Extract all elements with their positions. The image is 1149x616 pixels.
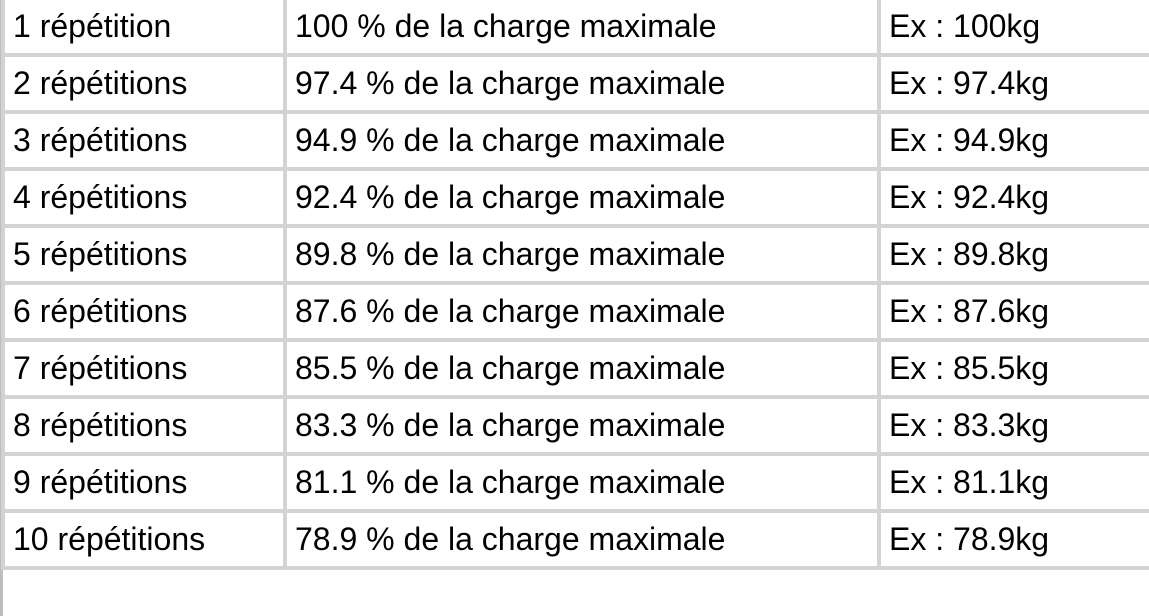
example-cell: Ex : 100kg [877,0,1149,57]
example-cell: Ex : 87.6kg [877,281,1149,342]
reps-cell: 8 répétitions [1,395,287,456]
percent-cell: 83.3 % de la charge maximale [283,395,881,456]
percent-cell: 87.6 % de la charge maximale [283,281,881,342]
reps-cell: 4 répétitions [1,167,287,228]
table-row: 7 répétitions 85.5 % de la charge maxima… [1,338,1149,399]
table-row: 9 répétitions 81.1 % de la charge maxima… [1,452,1149,513]
reps-cell: 2 répétitions [1,53,287,114]
reps-cell: 1 répétition [1,0,287,57]
percent-cell: 89.8 % de la charge maximale [283,224,881,285]
example-cell: Ex : 97.4kg [877,53,1149,114]
percent-cell: 81.1 % de la charge maximale [283,452,881,513]
table-row: 1 répétition 100 % de la charge maximale… [1,0,1149,57]
example-cell: Ex : 94.9kg [877,110,1149,171]
table-row: 6 répétitions 87.6 % de la charge maxima… [1,281,1149,342]
percent-cell: 97.4 % de la charge maximale [283,53,881,114]
table-row: 5 répétitions 89.8 % de la charge maxima… [1,224,1149,285]
table-row: 3 répétitions 94.9 % de la charge maxima… [1,110,1149,171]
example-cell: Ex : 85.5kg [877,338,1149,399]
table-row: 10 répétitions 78.9 % de la charge maxim… [1,509,1149,570]
example-cell: Ex : 78.9kg [877,509,1149,570]
table-row: 2 répétitions 97.4 % de la charge maxima… [1,53,1149,114]
reps-cell: 10 répétitions [1,509,287,570]
example-cell: Ex : 83.3kg [877,395,1149,456]
repetition-load-table: 1 répétition 100 % de la charge maximale… [1,0,1149,570]
reps-cell: 3 répétitions [1,110,287,171]
table-row: 4 répétitions 92.4 % de la charge maxima… [1,167,1149,228]
example-cell: Ex : 89.8kg [877,224,1149,285]
reps-cell: 7 répétitions [1,338,287,399]
percent-cell: 94.9 % de la charge maximale [283,110,881,171]
reps-cell: 5 répétitions [1,224,287,285]
reps-cell: 9 répétitions [1,452,287,513]
percent-cell: 92.4 % de la charge maximale [283,167,881,228]
percent-cell: 78.9 % de la charge maximale [283,509,881,570]
percent-cell: 100 % de la charge maximale [283,0,881,57]
percent-cell: 85.5 % de la charge maximale [283,338,881,399]
reps-cell: 6 répétitions [1,281,287,342]
example-cell: Ex : 92.4kg [877,167,1149,228]
example-cell: Ex : 81.1kg [877,452,1149,513]
table-row: 8 répétitions 83.3 % de la charge maxima… [1,395,1149,456]
